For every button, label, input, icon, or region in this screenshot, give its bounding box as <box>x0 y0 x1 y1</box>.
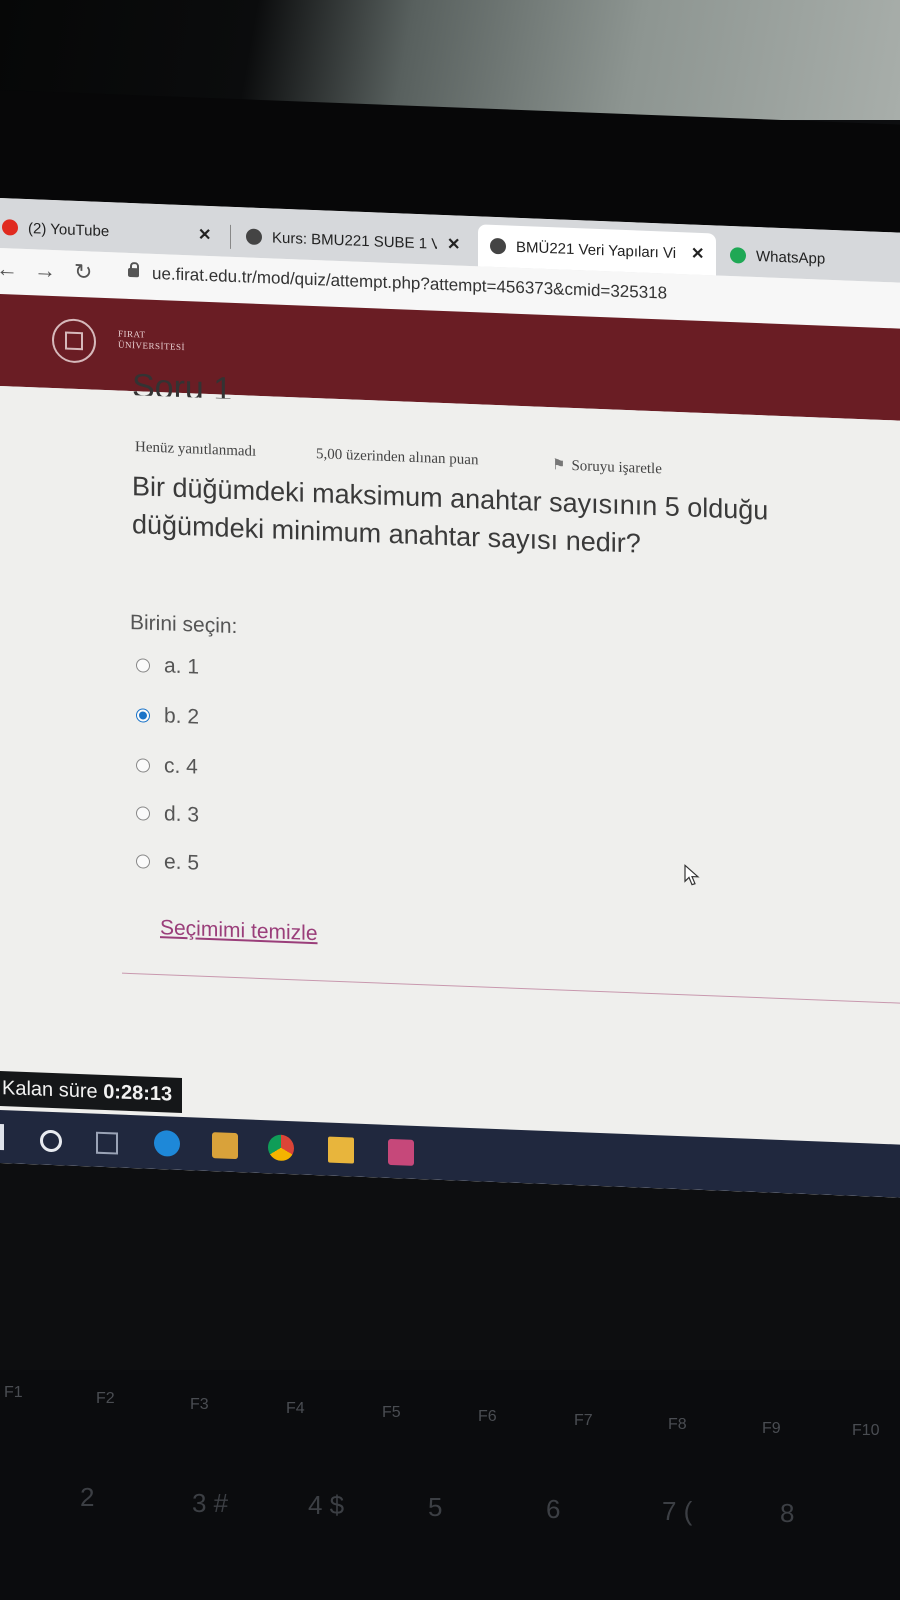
quiz-timer: Kalan süre 0:28:13 <box>0 1071 183 1113</box>
radio-button[interactable] <box>136 758 150 773</box>
forward-icon[interactable]: → <box>34 257 56 284</box>
radio-button[interactable] <box>136 806 150 821</box>
option-label: b. 2 <box>164 704 200 729</box>
university-logo-icon[interactable] <box>52 317 96 364</box>
key-f10: F10 <box>852 1422 880 1439</box>
mouse-cursor-icon <box>684 864 700 886</box>
key-f3: F3 <box>190 1396 209 1413</box>
option-label: d. 3 <box>164 802 200 827</box>
tab-label: WhatsApp <box>756 247 826 268</box>
store-icon[interactable] <box>212 1132 238 1160</box>
edge-icon[interactable] <box>154 1129 180 1157</box>
close-icon[interactable]: ✕ <box>447 234 460 255</box>
option-label: a. 1 <box>164 654 200 679</box>
youtube-icon <box>2 219 18 236</box>
file-explorer-icon[interactable] <box>328 1136 354 1164</box>
key-7: 7 ( <box>662 1496 693 1526</box>
laptop-keyboard: F1 F2 F3 F4 F5 F6 F7 F8 F9 F10 2 3 # 4 $… <box>0 1370 900 1600</box>
moodle-icon <box>490 237 506 255</box>
answer-option-e[interactable]: e. 5 <box>136 849 199 875</box>
key-f5: F5 <box>382 1404 401 1421</box>
key-f1: F1 <box>4 1384 23 1401</box>
tab-separator <box>230 224 231 249</box>
flag-icon: ⚑ <box>552 457 566 474</box>
tab-label: BMÜ221 Veri Yapıları Vi <box>516 238 677 262</box>
key-5: 5 <box>428 1492 443 1522</box>
whatsapp-icon <box>730 247 746 264</box>
moodle-icon <box>246 228 262 246</box>
back-icon[interactable]: ← <box>0 256 18 283</box>
tab-label: (2) YouTube <box>28 219 110 240</box>
tab-whatsapp[interactable]: WhatsApp <box>730 234 900 283</box>
monitor-screen: (2) YouTube ✕ Kurs: BMU221 SUBE 1 V ✕ BM… <box>0 198 900 1198</box>
timer-label: Kalan süre <box>2 1077 98 1103</box>
close-icon[interactable]: ✕ <box>198 225 211 246</box>
tab-label: Kurs: BMU221 SUBE 1 V <box>272 228 437 253</box>
radio-button-checked[interactable] <box>136 708 150 723</box>
key-f6: F6 <box>478 1408 497 1425</box>
radio-button[interactable] <box>136 658 150 673</box>
answer-option-b[interactable]: b. 2 <box>136 703 199 729</box>
key-2: 2 <box>80 1482 95 1512</box>
university-name: FIRAT ÜNİVERSİTESİ <box>118 329 185 354</box>
key-6: 6 <box>546 1494 561 1524</box>
option-label: c. 4 <box>164 754 198 779</box>
address-bar[interactable]: ue.firat.edu.tr/mod/quiz/attempt.php?att… <box>152 264 667 304</box>
key-8: 8 <box>780 1498 795 1528</box>
key-f8: F8 <box>668 1416 687 1433</box>
question-number: Soru 1 <box>132 371 233 399</box>
answer-option-a[interactable]: a. 1 <box>136 653 199 679</box>
chrome-icon[interactable] <box>268 1134 294 1162</box>
start-icon[interactable] <box>0 1123 4 1151</box>
answer-prompt: Birini seçin: <box>130 610 238 639</box>
key-3: 3 # <box>192 1488 229 1518</box>
search-circle-icon[interactable] <box>40 1129 62 1153</box>
close-icon[interactable]: ✕ <box>691 244 704 265</box>
key-f9: F9 <box>762 1420 781 1437</box>
radio-button[interactable] <box>136 854 150 869</box>
answer-option-d[interactable]: d. 3 <box>136 801 199 827</box>
key-f2: F2 <box>96 1390 115 1407</box>
flag-label: Soruyu işaretle <box>571 457 662 478</box>
lock-icon <box>128 267 139 278</box>
timer-value: 0:28:13 <box>103 1080 173 1106</box>
answer-option-c[interactable]: c. 4 <box>136 753 198 779</box>
key-f4: F4 <box>286 1400 305 1417</box>
key-4: 4 $ <box>308 1490 345 1520</box>
reload-icon[interactable]: ↻ <box>74 259 92 286</box>
app-icon[interactable] <box>388 1138 414 1166</box>
task-view-icon[interactable] <box>96 1131 118 1155</box>
option-label: e. 5 <box>164 850 200 875</box>
key-f7: F7 <box>574 1412 593 1429</box>
